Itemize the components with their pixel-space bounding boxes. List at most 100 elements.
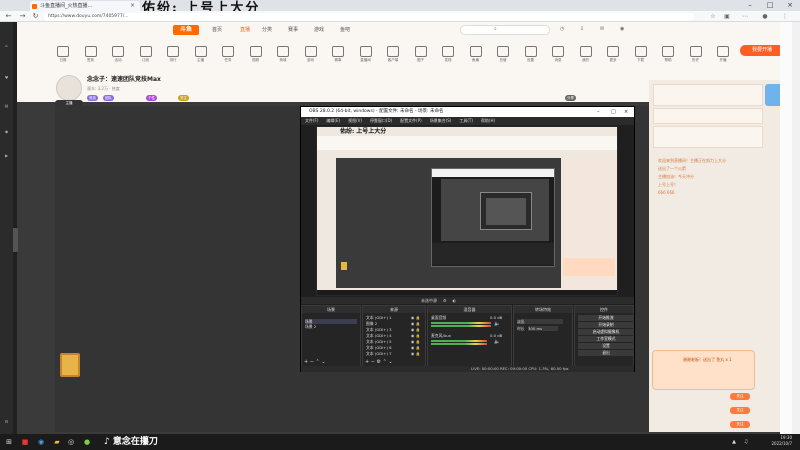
network-icon[interactable]: ▲ bbox=[730, 437, 738, 447]
quick-nav-item[interactable]: 直播间 bbox=[355, 46, 377, 66]
mixer-mute-icon[interactable]: 🔈 bbox=[494, 321, 500, 327]
quick-nav-item[interactable]: 下载 bbox=[630, 46, 652, 66]
obs-menu-item[interactable]: 文件(F) bbox=[305, 118, 318, 123]
filters-icon[interactable]: ◐ bbox=[453, 298, 457, 303]
source-add-icon[interactable]: + − ⚙ ⌃ ⌄ bbox=[365, 359, 393, 365]
start-recording-button[interactable]: 开始录制 bbox=[578, 322, 634, 328]
obs-menu-item[interactable]: 场景集合(S) bbox=[430, 118, 452, 123]
quick-nav-item[interactable]: 排行 bbox=[162, 46, 184, 66]
user-avatar-icon[interactable]: ◉ bbox=[620, 26, 624, 33]
quick-nav-item[interactable]: 赛事 bbox=[327, 46, 349, 66]
properties-icon[interactable]: ⚙ bbox=[443, 298, 447, 303]
nav-link[interactable]: 游戏 bbox=[314, 27, 324, 34]
edge-icon[interactable]: ◉ bbox=[36, 437, 46, 447]
maximize-icon[interactable]: □ bbox=[760, 0, 780, 11]
quick-nav-item[interactable]: 圈子 bbox=[410, 46, 432, 66]
nav-link[interactable]: 赛事 bbox=[288, 27, 298, 34]
quick-nav-item[interactable]: 游戏 bbox=[300, 46, 322, 66]
follow-button[interactable]: 关注 bbox=[730, 407, 750, 414]
scene-add-icon[interactable]: + − ⌃ ⌄ bbox=[304, 359, 326, 365]
streamer-avatar[interactable] bbox=[56, 75, 82, 101]
source-visibility-icon[interactable]: ◉ 🔒 bbox=[411, 315, 420, 320]
clock[interactable]: 19:30 2022/10/7 bbox=[760, 435, 792, 447]
share-button[interactable]: 分享 bbox=[565, 95, 576, 101]
quick-nav-item[interactable]: 我的 bbox=[575, 46, 597, 66]
rail-category-icon[interactable]: ▤ bbox=[1, 100, 12, 112]
go-live-button[interactable]: 我要开播 bbox=[740, 45, 784, 56]
source-item[interactable]: 文本 (GDI+) 4 bbox=[366, 333, 392, 338]
settings-button[interactable]: 设置 bbox=[578, 343, 634, 349]
browser-tab[interactable]: 斗鱼直播间_火热直播... bbox=[30, 1, 140, 11]
rail-game-icon[interactable]: ◆ bbox=[1, 126, 12, 138]
room-tag[interactable]: 竞技 bbox=[87, 95, 98, 101]
room-tag[interactable]: 个性 bbox=[146, 95, 157, 101]
obs-menu-item[interactable]: 停靠窗口(D) bbox=[370, 118, 392, 123]
quick-nav-item[interactable]: 更多 bbox=[602, 46, 624, 66]
quick-nav-item[interactable]: 活动 bbox=[107, 46, 129, 66]
source-visibility-icon[interactable]: ◉ 🔒 bbox=[411, 327, 420, 332]
start-icon[interactable]: ⊞ bbox=[4, 437, 14, 447]
follow-button[interactable]: 关注 bbox=[730, 393, 750, 400]
obs-maximize-icon[interactable]: □ bbox=[611, 107, 616, 117]
mixer-mute-icon[interactable]: 🔈 bbox=[494, 339, 500, 345]
quick-nav-item[interactable]: 商城 bbox=[272, 46, 294, 66]
forward-icon[interactable]: → bbox=[18, 11, 27, 22]
site-search-input[interactable] bbox=[460, 25, 550, 35]
url-input[interactable]: https://www.douyu.com/7405977/... bbox=[44, 12, 694, 21]
rail-follow-icon[interactable]: ♥ bbox=[1, 72, 12, 84]
taskbar-app-icon[interactable]: ■ bbox=[20, 437, 30, 447]
room-tag[interactable]: 团队 bbox=[103, 95, 114, 101]
obs-menu-item[interactable]: 工具(T) bbox=[459, 118, 473, 123]
source-item[interactable]: 文本 (GDI+) 3 bbox=[366, 327, 392, 332]
nav-link[interactable]: 分类 bbox=[262, 27, 272, 34]
rail-home-icon[interactable]: ⌂ bbox=[1, 40, 12, 52]
virtual-camera-button[interactable]: 启动虚拟摄像机 bbox=[578, 329, 634, 335]
nav-link[interactable]: 鱼吧 bbox=[340, 27, 350, 34]
download-icon[interactable]: ⇩ bbox=[580, 26, 584, 33]
menu-icon[interactable]: ⋮ bbox=[780, 12, 790, 21]
history-icon[interactable]: ◷ bbox=[560, 26, 564, 33]
extensions-icon[interactable]: ⋯ bbox=[740, 12, 750, 21]
source-visibility-icon[interactable]: ◉ 🔒 bbox=[411, 345, 420, 350]
quick-nav-item[interactable]: 主播 bbox=[190, 46, 212, 66]
source-visibility-icon[interactable]: ◉ 🔒 bbox=[411, 351, 420, 356]
quick-nav-item[interactable]: 发现 bbox=[437, 46, 459, 66]
nav-link-active[interactable]: 直播 bbox=[240, 27, 250, 34]
quick-nav-item[interactable]: 任务 bbox=[217, 46, 239, 66]
quick-nav-item[interactable]: 订阅 bbox=[135, 46, 157, 66]
rail-video-icon[interactable]: ▶ bbox=[1, 150, 12, 162]
source-item[interactable]: 文本 (GDI+) 7 bbox=[366, 351, 392, 356]
page-scrollbar[interactable] bbox=[792, 22, 800, 434]
favorite-icon[interactable]: ☆ bbox=[708, 12, 718, 21]
room-tag[interactable]: 关注 bbox=[178, 95, 189, 101]
refresh-icon[interactable]: ↻ bbox=[31, 11, 40, 22]
duration-input[interactable]: 300 ms bbox=[528, 326, 558, 331]
quick-nav-item[interactable]: 帮助 bbox=[657, 46, 679, 66]
tab-close-icon[interactable]: × bbox=[130, 1, 135, 11]
source-item[interactable]: 图像 2 bbox=[366, 321, 377, 326]
obs-menu-item[interactable]: 编辑(E) bbox=[326, 118, 340, 123]
quick-nav-item[interactable]: 视频 bbox=[245, 46, 267, 66]
source-visibility-icon[interactable]: ◉ 🔒 bbox=[411, 339, 420, 344]
rail-collapse-handle[interactable] bbox=[13, 228, 18, 252]
quick-nav-item[interactable]: 设置 bbox=[520, 46, 542, 66]
quick-nav-item[interactable]: 消息 bbox=[547, 46, 569, 66]
quick-nav-item[interactable]: 历史 bbox=[685, 46, 707, 66]
quick-nav-item[interactable]: 鱼塘 bbox=[465, 46, 487, 66]
start-streaming-button[interactable]: 开始推流 bbox=[578, 315, 634, 321]
studio-mode-button[interactable]: 工作室模式 bbox=[578, 336, 634, 342]
quick-nav-item[interactable]: 开播 bbox=[712, 46, 734, 66]
message-icon[interactable]: ✉ bbox=[600, 26, 604, 33]
volume-icon[interactable]: ♫ bbox=[742, 437, 750, 447]
scene-item[interactable]: 场景 2 bbox=[305, 324, 316, 329]
follow-button[interactable]: 关注 bbox=[730, 421, 750, 428]
source-item[interactable]: 文本 (GDI+) 1 bbox=[366, 315, 392, 320]
source-item[interactable]: 文本 (GDI+) 5 bbox=[366, 339, 392, 344]
window-close-icon[interactable]: × bbox=[780, 0, 800, 11]
minimize-icon[interactable]: – bbox=[740, 0, 760, 11]
douyu-logo[interactable]: 斗鱼 bbox=[173, 25, 199, 35]
obs-minimize-icon[interactable]: – bbox=[597, 107, 600, 117]
exit-button[interactable]: 退出 bbox=[578, 350, 634, 356]
obs-close-icon[interactable]: × bbox=[624, 107, 628, 117]
back-icon[interactable]: ← bbox=[4, 11, 13, 22]
